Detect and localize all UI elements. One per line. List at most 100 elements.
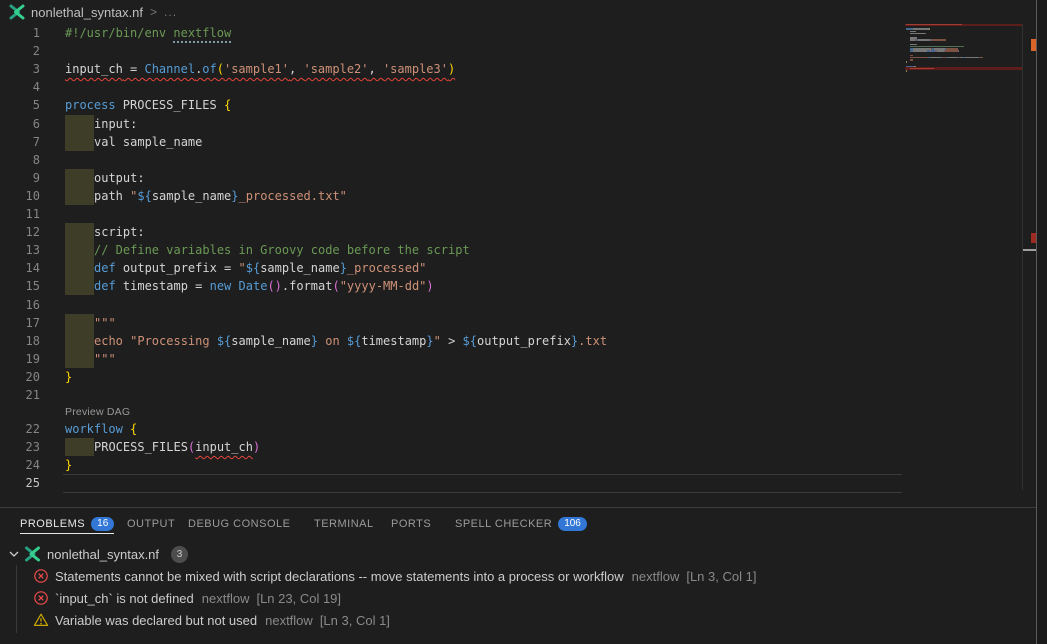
code-line[interactable]: 14 def output_prefix = "${sample_name}_pr… — [0, 259, 902, 277]
line-number[interactable]: 19 — [0, 350, 40, 368]
code-line[interactable]: 1 #!/usr/bin/env nextflow — [0, 24, 902, 42]
code-line[interactable]: 3input_ch = Channel.of('sample1', 'sampl… — [0, 60, 902, 78]
problem-row[interactable]: `input_ch` is not definednextflow[Ln 23,… — [0, 587, 1036, 609]
minimap-code — [910, 33, 925, 35]
panel-tab-bar: PROBLEMS16 OUTPUT DEBUG CONSOLE TERMINAL POR… — [0, 508, 1036, 539]
line-number[interactable]: 22 — [0, 420, 40, 438]
code-line[interactable]: 8 — [0, 151, 902, 169]
code-line[interactable]: 5process PROCESS_FILES { — [0, 96, 902, 114]
code-line[interactable]: 11 — [0, 205, 902, 223]
tab-problems[interactable]: PROBLEMS16 — [20, 508, 114, 539]
code-token: workflow — [65, 422, 123, 436]
code-line[interactable]: 24} — [0, 456, 902, 474]
line-number[interactable]: 3 — [0, 60, 40, 78]
current-line-border-bottom — [63, 492, 902, 493]
code-line[interactable]: 10 path "${sample_name}_processed.txt" — [0, 187, 902, 205]
code-line[interactable]: 4 — [0, 78, 902, 96]
code-line[interactable]: 20} — [0, 368, 902, 386]
minimap-code — [913, 50, 926, 52]
line-number[interactable]: 25 — [0, 474, 40, 492]
code-token — [231, 279, 238, 293]
problem-row[interactable]: Variable was declared but not usednextfl… — [0, 609, 1036, 631]
line-number[interactable]: 8 — [0, 151, 40, 169]
line-number[interactable]: 1 — [0, 24, 40, 42]
code-line[interactable]: 17 """ — [0, 314, 902, 332]
code-token: input_ch — [65, 62, 123, 76]
code-line[interactable]: 2 — [0, 42, 902, 60]
code-token: ${ — [463, 334, 477, 348]
tab-debug-console[interactable]: DEBUG CONSOLE — [188, 508, 290, 539]
chevron-down-icon[interactable] — [8, 548, 20, 560]
overview-ruler-scrollbar[interactable] — [1022, 19, 1036, 490]
code-line[interactable]: 21 — [0, 386, 902, 404]
line-number[interactable]: 15 — [0, 277, 40, 295]
line-number[interactable]: 14 — [0, 259, 40, 277]
line-number[interactable]: 10 — [0, 187, 40, 205]
problem-message: Variable was declared but not used — [55, 613, 257, 628]
code-token: > — [441, 334, 463, 348]
code-line[interactable]: 22 workflow { — [0, 420, 902, 438]
breadcrumb-more[interactable]: ... — [164, 5, 177, 19]
minimap-code — [979, 57, 983, 59]
code-token: () — [267, 279, 281, 293]
line-number[interactable]: 21 — [0, 386, 40, 404]
line-number[interactable]: 9 — [0, 169, 40, 187]
code-line-text: def output_prefix = "${sample_name}_proc… — [65, 259, 426, 277]
code-line[interactable]: 13// Define variables in Groovy code bef… — [0, 241, 902, 259]
code-token: process — [65, 98, 116, 112]
code-line-text: path "${sample_name}_processed.txt" — [65, 187, 347, 205]
problem-row[interactable]: Statements cannot be mixed with script d… — [0, 565, 1036, 587]
line-number[interactable]: 13 — [0, 241, 40, 259]
code-token: new — [210, 279, 232, 293]
code-line[interactable]: 15def timestamp = new Date().format("yyy… — [0, 277, 902, 295]
line-number[interactable]: 2 — [0, 42, 40, 60]
code-line[interactable]: 7val sample_name — [0, 133, 902, 151]
code-line[interactable]: 23PROCESS_FILES(input_ch) — [0, 438, 902, 456]
code-line[interactable]: 6input: — [0, 115, 902, 133]
problems-file-group[interactable]: nonlethal_syntax.nf 3 — [0, 543, 1036, 565]
code-token: timestamp = — [116, 279, 210, 293]
minimap-code — [937, 50, 944, 52]
line-number[interactable]: 12 — [0, 223, 40, 241]
code-token: output: — [94, 171, 145, 185]
minimap[interactable] — [905, 19, 1022, 99]
code-token: { — [130, 422, 137, 436]
code-line[interactable]: 12script: — [0, 223, 902, 241]
line-number[interactable]: 11 — [0, 205, 40, 223]
codelens-preview-dag[interactable]: Preview DAG — [65, 406, 130, 418]
line-number[interactable]: 23 — [0, 438, 40, 456]
tab-terminal[interactable]: TERMINAL — [314, 508, 374, 539]
code-token — [123, 422, 130, 436]
minimap-code — [929, 28, 930, 30]
code-line[interactable]: 9 output: — [0, 169, 902, 187]
line-number[interactable]: 6 — [0, 115, 40, 133]
code-line[interactable]: 25 — [0, 474, 902, 492]
line-number[interactable]: 20 — [0, 368, 40, 386]
code-token: """ — [94, 316, 116, 330]
code-editor[interactable]: 1#!/usr/bin/env nextflow23input_ch = Cha… — [0, 0, 1036, 507]
code-token: = — [123, 62, 145, 76]
line-number[interactable]: 16 — [0, 296, 40, 314]
indent-highlight — [65, 332, 94, 350]
line-number[interactable]: 7 — [0, 133, 40, 151]
code-line-text: """ — [65, 350, 116, 368]
code-token: """ — [94, 352, 116, 366]
line-number[interactable]: 17 — [0, 314, 40, 332]
code-token: #!/usr/bin/env — [65, 26, 173, 40]
line-number[interactable]: 18 — [0, 332, 40, 350]
tab-spell-checker[interactable]: SPELL CHECKER106 — [455, 508, 587, 539]
code-line[interactable]: 18echo "Processing ${sample_name} on ${t… — [0, 332, 902, 350]
code-line[interactable]: 16 — [0, 296, 902, 314]
code-line[interactable]: 19 """ — [0, 350, 902, 368]
tab-output[interactable]: OUTPUT — [127, 508, 175, 539]
tab-ports[interactable]: PORTS — [391, 508, 431, 539]
code-line-text: #!/usr/bin/env nextflow — [65, 24, 231, 42]
breadcrumb-filename[interactable]: nonlethal_syntax.nf — [31, 5, 143, 20]
minimap-code — [945, 50, 957, 52]
code-token: PROCESS_FILES — [94, 440, 188, 454]
line-number[interactable]: 24 — [0, 456, 40, 474]
right-margin — [1037, 0, 1047, 644]
code-token: ( — [332, 279, 339, 293]
line-number[interactable]: 4 — [0, 78, 40, 96]
line-number[interactable]: 5 — [0, 96, 40, 114]
